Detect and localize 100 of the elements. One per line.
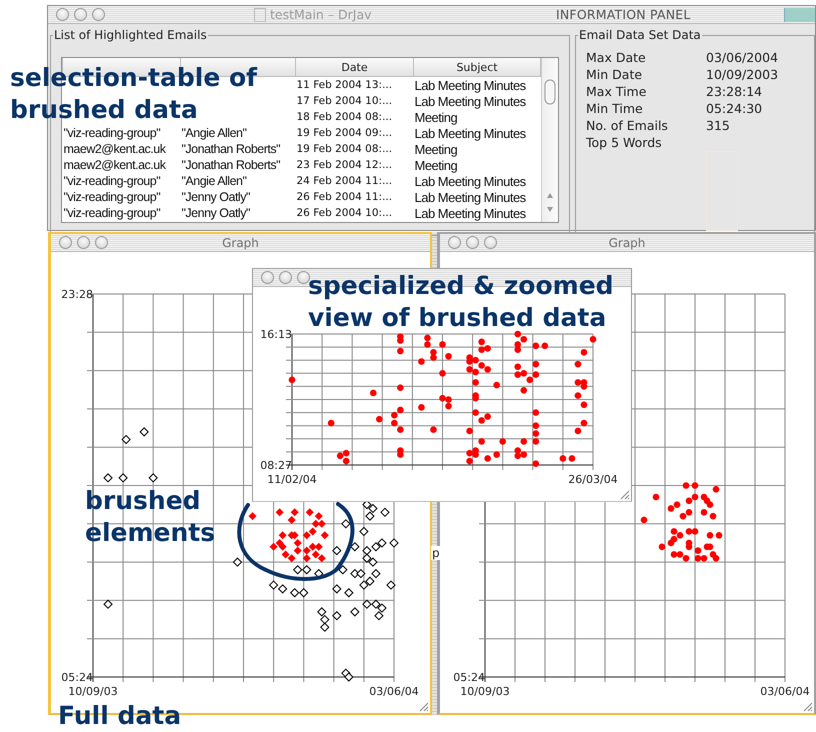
table-cell-text: "Jonathan Roberts" [180, 141, 282, 158]
data-point [341, 519, 351, 528]
table-cell-text: Lab Meeting Minutes [414, 125, 527, 142]
data-point [292, 565, 302, 574]
data-point [320, 531, 329, 540]
data-point [278, 542, 287, 551]
table-cell-text: 19 Feb 2004 09:... [296, 126, 394, 141]
data-point [314, 512, 323, 520]
data-point [344, 588, 354, 598]
data-point [278, 584, 288, 594]
data-point [712, 486, 720, 493]
data-point [290, 588, 300, 598]
data-point [332, 546, 342, 556]
zoom-button[interactable] [297, 271, 310, 284]
data-point [374, 611, 384, 620]
window-title: Graph [222, 236, 259, 250]
data-point [386, 580, 396, 590]
data-point [706, 532, 714, 539]
data-point [658, 543, 666, 550]
window-icon[interactable] [784, 8, 815, 22]
data-point [682, 482, 690, 489]
zoom-button[interactable] [95, 236, 108, 249]
data-point [276, 508, 284, 516]
data-point [118, 473, 128, 483]
data-point [377, 603, 387, 613]
data-point [371, 542, 381, 552]
data-point [320, 622, 330, 632]
data-point [294, 538, 302, 547]
close-button[interactable] [56, 8, 69, 21]
table-cell-text: maew2@kent.ac.uk [62, 141, 167, 158]
annotation-text: specialized & zoomed view of brushed data [308, 270, 614, 334]
data-point [371, 568, 381, 578]
zoom-button[interactable] [484, 236, 497, 249]
data-point [365, 576, 375, 586]
data-point [365, 511, 375, 521]
data-point [290, 508, 299, 516]
minimize-button[interactable] [74, 8, 87, 21]
minimize-button[interactable] [77, 236, 90, 249]
axis-label: 05:24 [453, 671, 485, 684]
data-point [314, 542, 323, 551]
axis-label: 10/09/03 [68, 685, 118, 698]
window-title: Graph [608, 236, 646, 250]
data-point [306, 508, 314, 516]
data-point [320, 614, 330, 624]
table-cell-text: 23 Feb 2004 12:... [296, 158, 394, 174]
data-point [248, 512, 257, 520]
data-point [318, 554, 326, 562]
field-label: Min Date [586, 67, 644, 83]
data-point [308, 527, 317, 536]
data-point [350, 542, 360, 552]
zoom-button[interactable] [92, 8, 105, 21]
field-value: 23:28:14 [706, 84, 764, 100]
minimize-button[interactable] [279, 271, 292, 284]
column-header[interactable]: Subject [414, 58, 540, 76]
table-cell-text: "Angie Allen" [180, 125, 248, 142]
close-button[interactable] [261, 271, 274, 284]
axis-label: 08:27 [260, 459, 292, 472]
data-point [356, 568, 366, 578]
field-value: 03/06/2004 [706, 50, 780, 66]
axis-label: 03/06/04 [369, 685, 419, 698]
button-fragment: p [431, 546, 441, 560]
minimize-button[interactable] [466, 236, 479, 249]
data-point [294, 546, 302, 555]
axis-label: 05:24 [61, 671, 93, 684]
data-point [716, 532, 722, 539]
data-point [302, 546, 311, 555]
field-label: Top 5 Words [586, 135, 663, 151]
data-point [282, 550, 290, 558]
table-cell-text: "viz-reading-group" [62, 174, 162, 190]
data-point [308, 542, 317, 551]
data-point [359, 580, 369, 590]
data-point [302, 565, 312, 574]
table-cell-text: 26 Feb 2004 10:... [296, 206, 394, 222]
data-point [270, 542, 278, 551]
annotation-text: selection-table of brushed data [10, 62, 258, 126]
resize-grip-icon[interactable] [618, 488, 630, 500]
data-point [377, 538, 387, 548]
table-cell-text: Meeting [414, 141, 458, 158]
field-label: No. of Emails [586, 118, 669, 134]
data-point [302, 554, 311, 562]
data-point [640, 516, 648, 524]
data-point [338, 565, 348, 574]
table-cell-text: "Jenny Oatly" [180, 206, 251, 222]
axis-label: 23:28 [61, 288, 93, 301]
data-point [103, 600, 113, 609]
data-point [652, 494, 660, 500]
data-point [317, 607, 326, 617]
column-header[interactable]: Date [296, 58, 414, 76]
resize-grip-icon[interactable] [801, 700, 813, 712]
data-point [148, 473, 158, 483]
table-cell-text: 19 Feb 2004 08:... [296, 142, 394, 157]
data-point [121, 434, 131, 444]
resize-grip-icon[interactable] [417, 700, 429, 712]
data-point [288, 554, 296, 562]
field-value: 315 [706, 118, 731, 134]
axis-label: 03/06/04 [760, 685, 810, 698]
close-button[interactable] [448, 236, 461, 249]
table-cell: 11 Feb 2004 13:... [296, 76, 414, 94]
table-cell-text: Lab Meeting Minutes [414, 190, 527, 206]
close-button[interactable] [59, 236, 72, 249]
